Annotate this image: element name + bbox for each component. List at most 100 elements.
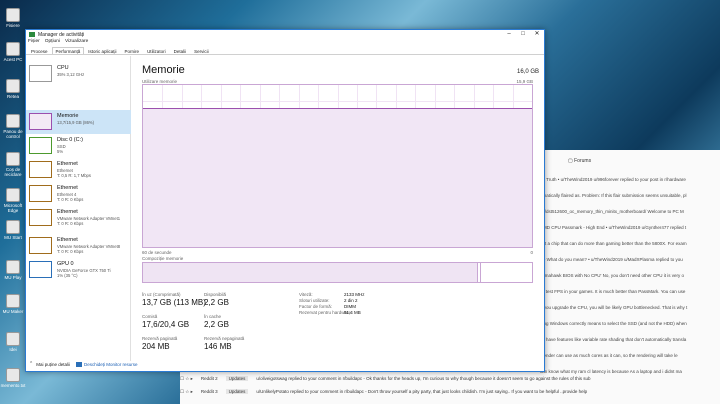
- sidebar-item-name: Ethernet: [57, 237, 78, 243]
- tab-services[interactable]: Servicii: [190, 47, 213, 54]
- notification-line[interactable]: can know what my ram cl latency is becau…: [540, 369, 682, 374]
- disk-thumbnail-graph: [29, 137, 52, 154]
- mem-thumbnail-graph: [29, 113, 52, 130]
- desktop-icon[interactable]: MU Maker: [0, 292, 26, 322]
- desktop-icon[interactable]: Panou de control: [0, 112, 26, 142]
- menu-options[interactable]: Opțiuni: [45, 39, 60, 47]
- notification-line[interactable]: ding Windows correctly means to select t…: [540, 321, 687, 326]
- sidebar-item-disk[interactable]: Disc 0 (C:) SSD 5%: [26, 134, 131, 158]
- folder-icon: [6, 8, 20, 22]
- chevron-up-icon[interactable]: ⌃: [29, 361, 33, 367]
- memory-usage-graph: [142, 84, 533, 248]
- sidebar-item-gpu[interactable]: GPU 0 NVIDIA GeForce GTX 750 Ti 1% (35 °C): [26, 258, 131, 282]
- eth-thumbnail-graph: [29, 237, 52, 254]
- tab-bar: Procese Performanță Istoric aplicații Po…: [26, 47, 544, 55]
- tab-details[interactable]: Detalii: [170, 47, 191, 54]
- desktop-icon[interactable]: Idei: [0, 330, 26, 360]
- composition-label: Compoziție memorie: [142, 256, 184, 261]
- list-item[interactable]: ☐ ☆ ▸ Reddit 2 Updates u/oliveigotswag repl…: [180, 376, 720, 387]
- mu-start-icon: [6, 220, 20, 234]
- notification-line[interactable]: AMD CPU Passmark - High End • u/TheWind2…: [540, 225, 686, 230]
- menu-view[interactable]: Vizualizare: [65, 39, 88, 47]
- fewer-details-link[interactable]: Mai puține detalii: [36, 362, 70, 367]
- resource-sidebar: CPU 35% 3,12 GHz Memorie 13,7/15,9 GB (86%)…: [26, 56, 131, 361]
- sidebar-item-line2: T: 0 R: 0 Kbps: [57, 197, 84, 202]
- desktop-icon[interactable]: MU Play: [0, 258, 26, 288]
- composition-modified: [478, 263, 482, 282]
- notification-line[interactable]: e • What do you mean? • u/TheWind2019 u/…: [540, 257, 683, 262]
- desktop-icon[interactable]: Fisiere: [0, 6, 26, 36]
- memory-usage-area: [143, 107, 532, 247]
- minimize-button[interactable]: –: [502, 30, 516, 39]
- sidebar-item-eth[interactable]: Ethernet VMware Network Adapter VMnet8 T: …: [26, 234, 131, 258]
- graph-zero-label: 0: [530, 250, 533, 255]
- text-file-icon: [6, 368, 20, 382]
- sidebar-item-name: GPU 0: [57, 261, 74, 267]
- desktop-icon-label: Coș de reciclare: [4, 167, 22, 177]
- sidebar-item-name: Memorie: [57, 113, 79, 119]
- desktop-icon-label: Idei: [9, 347, 17, 352]
- sidebar-item-eth[interactable]: Ethernet Ethernet T: 0,5 R: 1,7 Mbps: [26, 158, 131, 182]
- forums-link[interactable]: ▢ Forums: [568, 158, 591, 164]
- memory-composition-bar: [142, 262, 533, 283]
- desktop-icon[interactable]: Acest PC: [0, 40, 26, 70]
- stat-nonpaged-pool: Rezervă nepaginată 146 MB: [204, 336, 245, 351]
- notification-line[interactable]: he Truth • u/TheWind2019 u/996forever re…: [540, 177, 686, 182]
- menu-file[interactable]: Fișier: [28, 39, 40, 47]
- sidebar-item-line2: T: 0 R: 0 Kbps: [57, 249, 84, 254]
- sidebar-item-mem[interactable]: Memorie 13,7/15,9 GB (86%): [26, 110, 131, 134]
- maximize-button[interactable]: □: [516, 30, 530, 39]
- notification-line[interactable]: If you upgrade the CPU, you will be like…: [540, 305, 687, 310]
- edge-icon: [6, 188, 20, 202]
- graph-time-label: 60 de secunde: [142, 250, 172, 255]
- sidebar-item-eth[interactable]: Ethernet VMware Network Adapter VMnet1 T: …: [26, 206, 131, 230]
- page-title: Memorie: [142, 64, 185, 76]
- desktop-icon-label: MU Start: [4, 235, 22, 240]
- notification-line[interactable]: blender can use as much cores as it can,…: [540, 353, 678, 358]
- title-bar[interactable]: Manager de activități – □ ✕: [26, 30, 544, 39]
- desktop-icon[interactable]: Retea: [0, 77, 26, 107]
- detail-hardware-reserved: Rezervat pentru hardware: 51,4 MB: [299, 310, 361, 315]
- tab-performance[interactable]: Performanță: [51, 47, 85, 54]
- notification-line[interactable]: y9/dst512600_oc_memory_thin_minitx_mothe…: [540, 209, 684, 214]
- sidebar-item-line2: T: 0 R: 0 Kbps: [57, 221, 84, 226]
- tab-app-history[interactable]: Istoric aplicații: [84, 47, 120, 54]
- sidebar-item-eth[interactable]: Ethernet Ethernet 4 T: 0 R: 0 Kbps: [26, 182, 131, 206]
- stat-available: Disponibilă 2,2 GB: [204, 292, 229, 307]
- sidebar-item-cpu[interactable]: CPU 35% 3,12 GHz: [26, 62, 131, 86]
- desktop-icon[interactable]: memento.txt: [0, 366, 26, 396]
- notification-line[interactable]: Tomahawk BIOS with No CPU' No, you don't…: [540, 273, 684, 278]
- task-manager-window: Manager de activități – □ ✕ Fișier Opțiu…: [25, 29, 545, 372]
- sidebar-item-line2: T: 0,5 R: 1,7 Mbps: [57, 173, 91, 178]
- notification-line[interactable]: get a chip that can do more than gaming …: [540, 241, 687, 246]
- stat-in-use: În uz (Comprimată) 13,7 GB (113 MB): [142, 292, 206, 307]
- desktop-icon-label: MU Maker: [2, 309, 24, 314]
- close-button[interactable]: ✕: [530, 30, 544, 39]
- tab-processes[interactable]: Procese: [27, 47, 52, 54]
- cpu-thumbnail-graph: [29, 65, 52, 82]
- notification-line[interactable]: ist test FPS in your games. It is much b…: [540, 289, 685, 294]
- desktop-icon[interactable]: Microsoft Edge: [0, 186, 26, 216]
- notification-line[interactable]: es have features like variable rate shad…: [540, 337, 686, 342]
- tab-users[interactable]: Utilizatori: [143, 47, 170, 54]
- stat-paged-pool: Rezervă paginată 204 MB: [142, 336, 178, 351]
- stat-committed: Comisă 17,6/20,4 GB: [142, 314, 190, 329]
- mu-maker-icon: [6, 294, 20, 308]
- computer-icon: [6, 42, 20, 56]
- tab-startup[interactable]: Pornire: [121, 47, 144, 54]
- sidebar-item-line2: 1% (35 °C): [57, 273, 78, 278]
- eth-thumbnail-graph: [29, 185, 52, 202]
- memory-capacity: 16,0 GB: [516, 69, 539, 75]
- desktop-icon[interactable]: MU Start: [0, 218, 26, 248]
- sidebar-item-line2: 5%: [57, 149, 64, 154]
- memory-details: Viteză: 2133 MHz Sloturi utilizate: 2 din …: [299, 292, 379, 316]
- sidebar-item-name: Ethernet: [57, 209, 78, 215]
- resource-monitor-link[interactable]: Deschideți Monitor resurse: [84, 362, 138, 367]
- resource-monitor-icon: [75, 361, 82, 367]
- graph-gridline: [143, 101, 532, 103]
- notification-line[interactable]: omatically flaired as. Problem: If this …: [540, 193, 687, 198]
- desktop-icon[interactable]: Coș de reciclare: [0, 150, 26, 180]
- list-item[interactable]: ☐ ☆ ▸ Reddit 3 Updates u/UnlikelyPotato rep…: [180, 389, 720, 400]
- task-manager-icon: [29, 32, 35, 37]
- network-icon: [6, 79, 20, 93]
